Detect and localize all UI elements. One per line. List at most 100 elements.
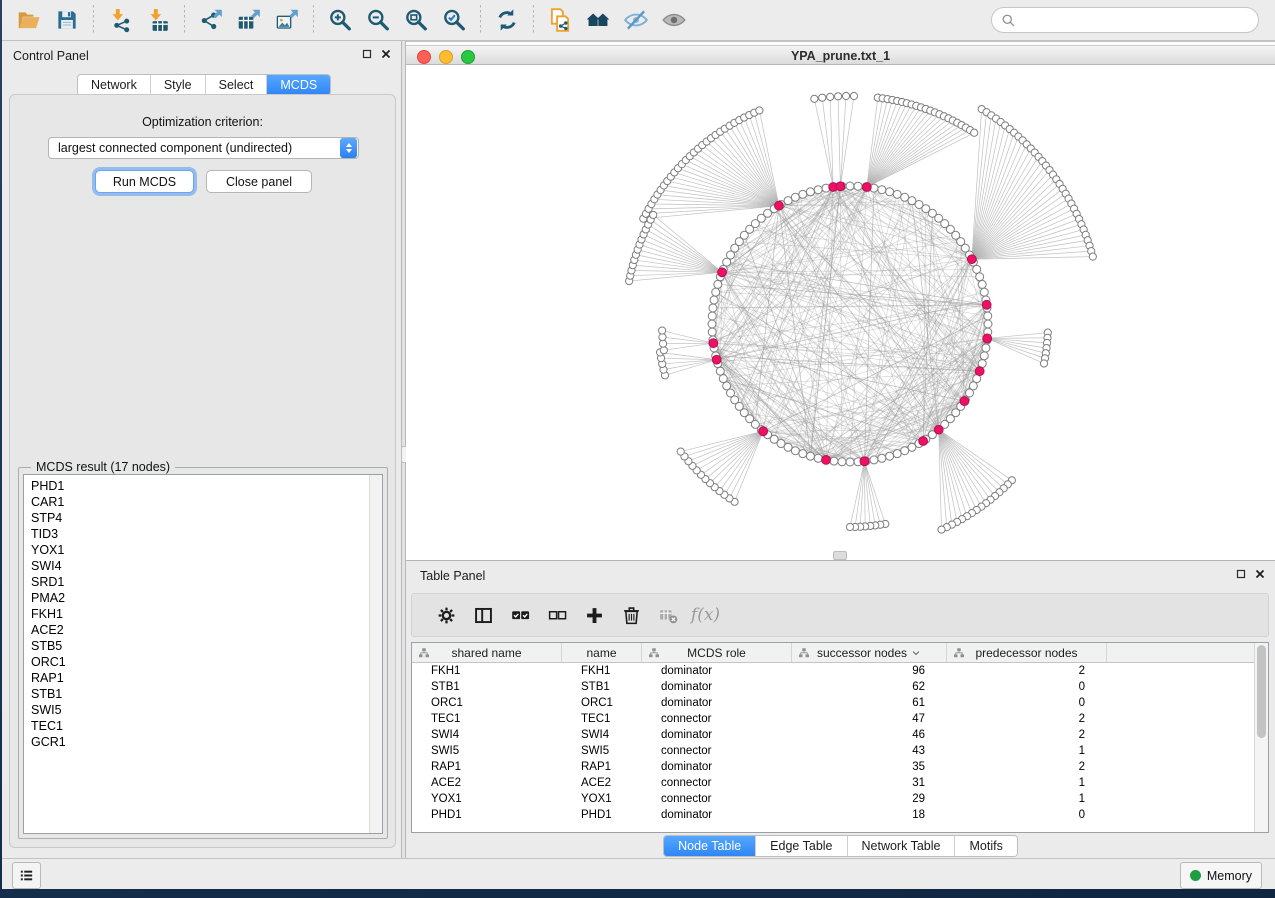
network-window-titlebar[interactable]: YPA_prune.txt_1 [406, 45, 1275, 65]
table-cell: 1 [947, 793, 1107, 805]
table-row[interactable]: TEC1TEC1connector472 [412, 711, 1268, 727]
table-row[interactable]: SWI4SWI4dominator462 [412, 727, 1268, 743]
export-network-button[interactable] [192, 3, 230, 37]
export-table-button[interactable] [230, 3, 268, 37]
zoom-out-button[interactable] [359, 3, 397, 37]
memory-button[interactable]: Memory [1180, 862, 1262, 889]
delete-columns-button[interactable] [613, 598, 650, 632]
node-table-body: FKH1FKH1dominator962STB1STB1dominator620… [412, 663, 1268, 823]
show-column-panel-button[interactable] [465, 598, 502, 632]
criterion-select[interactable]: largest connected component (undirected) [48, 137, 359, 159]
unselect-all-columns-button[interactable] [539, 598, 576, 632]
column-header-shared-name[interactable]: shared name [412, 643, 562, 662]
import-network-button[interactable] [101, 3, 139, 37]
add-column-button[interactable] [576, 598, 613, 632]
tab-network[interactable]: Network [78, 75, 151, 95]
table-cell: 0 [947, 809, 1107, 821]
table-row[interactable]: YOX1YOX1connector291 [412, 791, 1268, 807]
search-input[interactable] [1022, 12, 1249, 28]
network-graph[interactable] [406, 65, 1275, 561]
table-cell: SWI5 [412, 745, 562, 757]
mcds-result-item[interactable]: PHD1 [31, 478, 382, 494]
mcds-result-item[interactable]: SWI4 [31, 558, 382, 574]
tab-edge-table[interactable]: Edge Table [756, 836, 847, 856]
close-panel-button[interactable]: Close panel [206, 170, 312, 193]
mcds-result-item[interactable]: STB1 [31, 686, 382, 702]
show-details-button[interactable] [655, 3, 693, 37]
table-row[interactable]: RAP1RAP1dominator352 [412, 759, 1268, 775]
mcds-result-item[interactable]: SWI5 [31, 702, 382, 718]
table-row[interactable]: ACE2ACE2connector311 [412, 775, 1268, 791]
table-scrollbar-thumb[interactable] [1257, 645, 1266, 738]
mcds-result-groupbox: MCDS result (17 nodes) PHD1CAR1STP4TID3Y… [18, 467, 388, 839]
close-panel-icon[interactable] [1254, 568, 1266, 580]
export-network-icon [198, 7, 224, 33]
float-panel-icon[interactable] [361, 48, 373, 60]
tab-select[interactable]: Select [206, 75, 268, 95]
zoom-selected-button[interactable] [435, 3, 473, 37]
close-panel-icon[interactable] [380, 48, 392, 60]
tab-node-table[interactable]: Node Table [664, 836, 756, 856]
network-view-window: YPA_prune.txt_1 [406, 41, 1275, 560]
table-row[interactable]: STB1STB1dominator620 [412, 679, 1268, 695]
home-button[interactable] [579, 3, 617, 37]
table-row[interactable]: PHD1PHD1dominator180 [412, 807, 1268, 823]
table-cell: 0 [947, 681, 1107, 693]
column-header-MCDS-role[interactable]: MCDS role [642, 643, 792, 662]
refresh-button[interactable] [488, 3, 526, 37]
mcds-result-item[interactable]: STB5 [31, 638, 382, 654]
mcds-result-item[interactable]: PMA2 [31, 590, 382, 606]
tab-mcds[interactable]: MCDS [267, 75, 330, 95]
table-cell: connector [642, 713, 792, 725]
zoom-fit-icon [403, 7, 429, 33]
table-cell: 1 [947, 745, 1107, 757]
table-cell: dominator [642, 665, 792, 677]
copy-network-button[interactable] [541, 3, 579, 37]
mcds-result-item[interactable]: GCR1 [31, 734, 382, 750]
tab-style[interactable]: Style [151, 75, 206, 95]
mcds-result-item[interactable]: RAP1 [31, 670, 382, 686]
table-row[interactable]: ORC1ORC1dominator610 [412, 695, 1268, 711]
import-table-button[interactable] [139, 3, 177, 37]
column-header-name[interactable]: name [562, 643, 642, 662]
mcds-result-item[interactable]: SRD1 [31, 574, 382, 590]
zoom-in-button[interactable] [321, 3, 359, 37]
float-panel-icon[interactable] [1235, 568, 1247, 580]
column-settings-button[interactable] [428, 598, 465, 632]
mcds-result-item[interactable]: STP4 [31, 510, 382, 526]
save-session-icon [54, 7, 80, 33]
column-label: shared name [451, 646, 521, 660]
mcds-result-item[interactable]: ORC1 [31, 654, 382, 670]
table-cell: 0 [947, 697, 1107, 709]
open-file-button[interactable] [10, 3, 48, 37]
table-row[interactable]: SWI5SWI5connector431 [412, 743, 1268, 759]
table-cell: YOX1 [412, 793, 562, 805]
mcds-result-item[interactable]: TID3 [31, 526, 382, 542]
horizontal-splitter-grip[interactable] [833, 551, 847, 560]
run-mcds-button[interactable]: Run MCDS [95, 170, 194, 193]
table-scrollbar[interactable] [1254, 643, 1268, 832]
table-cell: PHD1 [412, 809, 562, 821]
mcds-list-scrollbar[interactable] [369, 475, 382, 833]
table-cell: 2 [947, 665, 1107, 677]
toolbar-separator [184, 5, 185, 35]
zoom-fit-button[interactable] [397, 3, 435, 37]
table-row[interactable]: FKH1FKH1dominator962 [412, 663, 1268, 679]
column-header-successor-nodes[interactable]: successor nodes [792, 643, 947, 662]
select-all-columns-button[interactable] [502, 598, 539, 632]
mcds-result-item[interactable]: YOX1 [31, 542, 382, 558]
tab-motifs[interactable]: Motifs [955, 836, 1016, 856]
hide-details-button[interactable] [617, 3, 655, 37]
control-panel-title: Control Panel [13, 49, 89, 63]
task-history-button[interactable] [12, 862, 41, 889]
unselect-all-columns-icon [547, 605, 568, 626]
tab-network-table[interactable]: Network Table [848, 836, 956, 856]
mcds-result-item[interactable]: FKH1 [31, 606, 382, 622]
column-header-predecessor-nodes[interactable]: predecessor nodes [947, 643, 1107, 662]
save-session-button[interactable] [48, 3, 86, 37]
mcds-result-item[interactable]: CAR1 [31, 494, 382, 510]
export-image-button[interactable] [268, 3, 306, 37]
network-graph-canvas[interactable] [406, 65, 1275, 561]
mcds-result-item[interactable]: TEC1 [31, 718, 382, 734]
mcds-result-item[interactable]: ACE2 [31, 622, 382, 638]
